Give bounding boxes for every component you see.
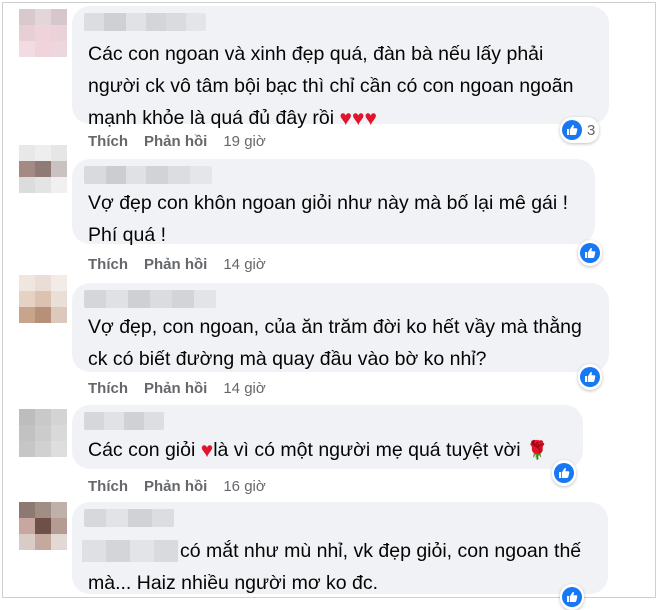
like-button[interactable]: Thích <box>88 133 128 150</box>
avatar[interactable] <box>19 409 67 457</box>
avatar[interactable] <box>19 275 67 323</box>
reply-button[interactable]: Phản hồi <box>144 133 207 150</box>
comment-bubble: Vợ đẹp con khôn ngoan giỏi như này mà bố… <box>72 159 595 246</box>
reply-button[interactable]: Phản hồi <box>144 256 207 273</box>
timestamp[interactable]: 14 giờ <box>223 256 265 273</box>
comment-text: có mắt như mù nhỉ, vk đẹp giỏi, con ngoa… <box>180 540 582 562</box>
comment-bubble: Các con ngoan và xinh đẹp quá, đàn bà nế… <box>72 6 609 129</box>
timestamp[interactable]: 16 giờ <box>223 478 265 495</box>
heart-icon: ♥♥♥ <box>339 107 377 130</box>
blurred-author-name[interactable] <box>84 166 212 184</box>
thumbs-up-icon <box>580 367 600 387</box>
reaction-summary[interactable] <box>578 364 602 390</box>
like-button[interactable]: Thích <box>88 256 128 273</box>
heart-icon: ♥ <box>200 439 214 462</box>
comment-text-continued: mà... Haiz nhiều người mơ ko đc. <box>88 572 379 594</box>
thumbs-up-icon <box>580 243 600 263</box>
comment-bubble: Các con giỏi ♥là vì có một người mẹ quá … <box>72 405 583 469</box>
reply-button[interactable]: Phản hồi <box>144 380 207 397</box>
thumbs-up-icon <box>562 120 582 140</box>
comment-bubble: có mắt như mù nhỉ, vk đẹp giỏi, con ngoa… <box>72 502 608 594</box>
blurred-author-name[interactable] <box>84 13 206 31</box>
blurred-author-name[interactable] <box>84 290 216 308</box>
reaction-summary[interactable] <box>578 240 602 266</box>
comment-text: Vợ đẹp con khôn ngoan giỏi như này mà bố… <box>88 192 569 246</box>
blurred-author-name[interactable] <box>84 509 174 527</box>
comment-bubble: Vợ đẹp, con ngoan, của ăn trăm đời ko hế… <box>72 283 609 372</box>
comment-text: Vợ đẹp, con ngoan, của ăn trăm đời ko hế… <box>88 316 582 370</box>
blurred-author-name[interactable] <box>84 412 164 430</box>
blurred-tagged-name[interactable] <box>82 540 178 562</box>
avatar[interactable] <box>19 145 67 193</box>
comment-text: Các con ngoan và xinh đẹp quá, đàn bà nế… <box>88 43 574 130</box>
timestamp[interactable]: 14 giờ <box>223 380 265 397</box>
thumbs-up-icon <box>554 463 574 483</box>
comment-actions: Thích Phản hồi 14 giờ <box>88 256 266 274</box>
comment-actions: Thích Phản hồi 14 giờ <box>88 380 266 398</box>
reaction-count: 3 <box>587 121 596 139</box>
comment-text: Các con giỏi ♥là vì có một người mẹ quá … <box>88 434 548 466</box>
avatar[interactable] <box>19 502 67 550</box>
reply-button[interactable]: Phản hồi <box>144 478 207 495</box>
avatar[interactable] <box>19 9 67 57</box>
reaction-summary[interactable] <box>552 460 576 486</box>
comment-actions: Thích Phản hồi 19 giờ <box>88 133 266 151</box>
timestamp[interactable]: 19 giờ <box>223 133 265 150</box>
like-button[interactable]: Thích <box>88 380 128 397</box>
comment-actions: Thích Phản hồi 16 giờ <box>88 478 266 496</box>
rose-icon: 🌹 <box>526 440 549 460</box>
reaction-summary[interactable] <box>560 584 584 610</box>
reaction-summary[interactable]: 3 <box>560 117 600 143</box>
thumbs-up-icon <box>562 587 582 607</box>
like-button[interactable]: Thích <box>88 478 128 495</box>
